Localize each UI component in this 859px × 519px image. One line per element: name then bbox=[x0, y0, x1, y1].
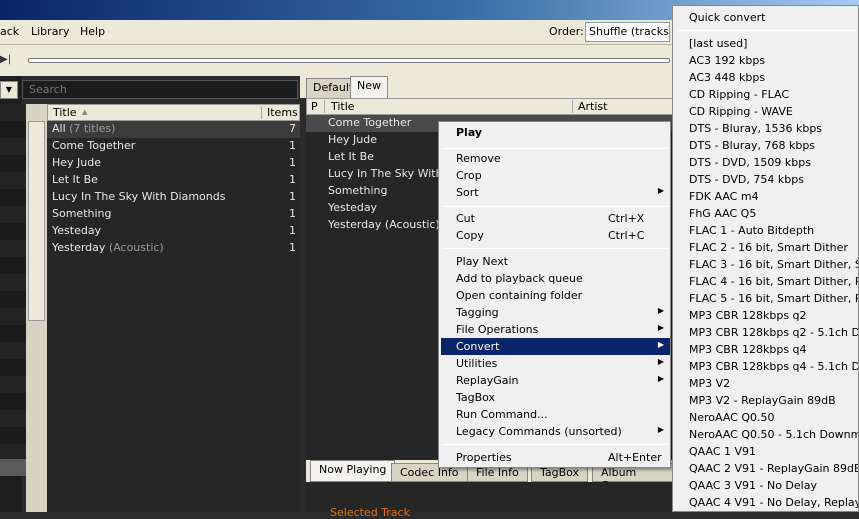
selected-track-label: Selected Track bbox=[330, 506, 410, 519]
menu-item-cut[interactable]: Cut Ctrl+X bbox=[441, 210, 670, 227]
convert-submenu: Quick convert [last used] AC3 192 kbps A… bbox=[672, 5, 859, 512]
tab-new[interactable]: New bbox=[350, 76, 388, 98]
column-title[interactable]: Title bbox=[324, 100, 355, 113]
submenu-item[interactable]: NeroAAC Q0.50 bbox=[673, 409, 858, 426]
seek-bar[interactable] bbox=[28, 58, 670, 63]
submenu-item[interactable]: MP3 CBR 128kbps q4 bbox=[673, 341, 858, 358]
submenu-item[interactable]: [last used] bbox=[673, 35, 858, 52]
submenu-item[interactable]: FDK AAC m4 bbox=[673, 188, 858, 205]
column-items[interactable]: Items bbox=[261, 106, 298, 119]
library-header: Title ▲ Items bbox=[47, 104, 300, 121]
submenu-arrow-icon: ▶ bbox=[657, 374, 664, 383]
submenu-item[interactable]: MP3 CBR 128kbps q4 - 5.1ch Downm bbox=[673, 358, 858, 375]
menu-help[interactable]: Help bbox=[80, 25, 105, 38]
submenu-item[interactable]: FLAC 1 - Auto Bitdepth bbox=[673, 222, 858, 239]
column-p[interactable]: P bbox=[311, 100, 318, 113]
library-list: All (7 titles) 7 Come Together 1 Hey Jude 1… bbox=[47, 121, 300, 512]
library-row-all[interactable]: All (7 titles) 7 bbox=[47, 121, 300, 138]
now-playing-panel: Selected Track bbox=[306, 482, 680, 519]
submenu-item[interactable]: QAAC 3 V91 - No Delay bbox=[673, 477, 858, 494]
submenu-item[interactable]: FLAC 2 - 16 bit, Smart Dither bbox=[673, 239, 858, 256]
menu-item-crop[interactable]: Crop bbox=[441, 167, 670, 184]
menu-item-remove[interactable]: Remove bbox=[441, 150, 670, 167]
library-row[interactable]: Let It Be 1 bbox=[47, 172, 300, 189]
menu-item-tagging[interactable]: Tagging ▶ bbox=[441, 304, 670, 321]
submenu-arrow-icon: ▶ bbox=[657, 306, 664, 315]
left-panel-rows bbox=[0, 104, 26, 512]
submenu-item[interactable]: QAAC 2 V91 - ReplayGain 89dB bbox=[673, 460, 858, 477]
submenu-item[interactable]: NeroAAC Q0.50 - 5.1ch Downmix, - bbox=[673, 426, 858, 443]
submenu-item-quick-convert[interactable]: Quick convert bbox=[673, 9, 858, 26]
sort-ascending-icon: ▲ bbox=[82, 108, 88, 116]
order-select[interactable]: Shuffle (tracks) bbox=[585, 22, 670, 42]
submenu-item[interactable]: MP3 CBR 128kbps q2 - 5.1ch Downm bbox=[673, 324, 858, 341]
submenu-item[interactable]: MP3 V2 bbox=[673, 375, 858, 392]
submenu-item[interactable]: AC3 192 kbps bbox=[673, 52, 858, 69]
submenu-item[interactable]: FLAC 3 - 16 bit, Smart Dither, Single bbox=[673, 256, 858, 273]
menu-item-legacy-commands[interactable]: Legacy Commands (unsorted) ▶ bbox=[441, 423, 670, 440]
submenu-item[interactable]: FLAC 5 - 16 bit, Smart Dither, Repla bbox=[673, 290, 858, 307]
scrollbar-thumb[interactable] bbox=[28, 121, 45, 321]
submenu-arrow-icon: ▶ bbox=[657, 357, 664, 366]
menu-playback[interactable]: ack bbox=[0, 25, 19, 38]
menu-item-replaygain[interactable]: ReplayGain ▶ bbox=[441, 372, 670, 389]
left-panel-selected-row[interactable] bbox=[0, 459, 26, 476]
menu-item-properties[interactable]: Properties Alt+Enter bbox=[441, 449, 670, 466]
submenu-item[interactable]: DTS - DVD, 754 kbps bbox=[673, 171, 858, 188]
submenu-arrow-icon: ▶ bbox=[657, 186, 664, 195]
menu-item-convert[interactable]: Convert ▶ bbox=[441, 338, 670, 355]
menu-item-file-operations[interactable]: File Operations ▶ bbox=[441, 321, 670, 338]
library-row[interactable]: Yesterday (Acoustic) 1 bbox=[47, 240, 300, 257]
submenu-arrow-icon: ▶ bbox=[657, 323, 664, 332]
submenu-item[interactable]: QAAC 1 V91 bbox=[673, 443, 858, 460]
next-track-icon[interactable]: ▶| bbox=[0, 54, 12, 68]
context-menu: Play Remove Crop Sort ▶ Cut Ctrl+X Copy Ctr… bbox=[438, 121, 671, 468]
submenu-arrow-icon: ▶ bbox=[657, 340, 664, 349]
chevron-down-icon[interactable]: ▼ bbox=[0, 81, 18, 99]
submenu-item[interactable]: DTS - Bluray, 1536 kbps bbox=[673, 120, 858, 137]
submenu-item[interactable]: QAAC 4 V91 - No Delay, ReplayGain bbox=[673, 494, 858, 511]
submenu-arrow-icon: ▶ bbox=[657, 425, 664, 434]
submenu-item[interactable]: DTS - Bluray, 768 kbps bbox=[673, 137, 858, 154]
column-title[interactable]: Title bbox=[53, 106, 77, 119]
submenu-item[interactable]: DTS - DVD, 1509 kbps bbox=[673, 154, 858, 171]
library-row[interactable]: Something 1 bbox=[47, 206, 300, 223]
column-artist[interactable]: Artist bbox=[572, 100, 607, 113]
submenu-item[interactable]: AC3 448 kbps bbox=[673, 69, 858, 86]
order-label: Order: bbox=[549, 25, 584, 38]
library-row[interactable]: Hey Jude 1 bbox=[47, 155, 300, 172]
library-row[interactable]: Come Together 1 bbox=[47, 138, 300, 155]
menu-library[interactable]: Library bbox=[31, 25, 69, 38]
tab-now-playing[interactable]: Now Playing bbox=[310, 460, 396, 482]
library-row[interactable]: Lucy In The Sky With Diamonds 1 bbox=[47, 189, 300, 206]
menu-item-run-command[interactable]: Run Command... bbox=[441, 406, 670, 423]
submenu-item[interactable]: CD Ripping - WAVE bbox=[673, 103, 858, 120]
menu-item-play[interactable]: Play bbox=[441, 124, 670, 141]
submenu-item[interactable]: MP3 V2 - ReplayGain 89dB bbox=[673, 392, 858, 409]
menu-item-open-folder[interactable]: Open containing folder bbox=[441, 287, 670, 304]
playlist-header: P Title Artist bbox=[306, 98, 680, 115]
submenu-item[interactable]: FhG AAC Q5 bbox=[673, 205, 858, 222]
menu-item-copy[interactable]: Copy Ctrl+C bbox=[441, 227, 670, 244]
library-row[interactable]: Yesteday 1 bbox=[47, 223, 300, 240]
search-input[interactable]: Search bbox=[22, 80, 298, 99]
submenu-item[interactable]: CD Ripping - FLAC bbox=[673, 86, 858, 103]
menu-item-utilities[interactable]: Utilities ▶ bbox=[441, 355, 670, 372]
menu-item-tagbox[interactable]: TagBox bbox=[441, 389, 670, 406]
menu-item-add-to-queue[interactable]: Add to playback queue bbox=[441, 270, 670, 287]
menu-item-sort[interactable]: Sort ▶ bbox=[441, 184, 670, 201]
submenu-item[interactable]: MP3 CBR 128kbps q2 bbox=[673, 307, 858, 324]
playlist-tabs: Default New bbox=[300, 76, 680, 98]
menu-item-play-next[interactable]: Play Next bbox=[441, 253, 670, 270]
submenu-item[interactable]: FLAC 4 - 16 bit, Smart Dither, Repla bbox=[673, 273, 858, 290]
